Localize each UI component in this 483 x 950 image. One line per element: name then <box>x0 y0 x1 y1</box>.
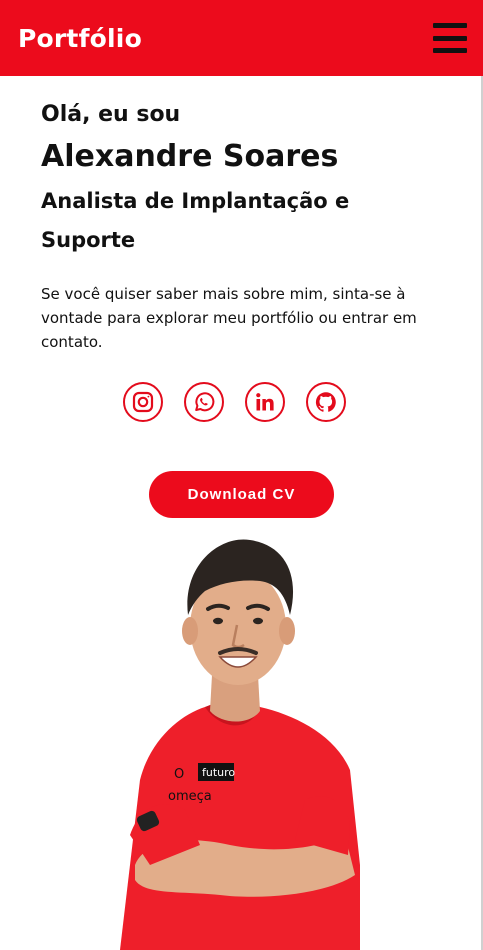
greeting-text: Olá, eu sou <box>41 102 181 127</box>
download-cv-button[interactable]: Download CV <box>149 471 334 518</box>
instagram-link[interactable] <box>123 382 163 422</box>
intro-paragraph: Se você quiser saber mais sobre mim, sin… <box>41 285 417 351</box>
github-icon <box>315 392 336 412</box>
hamburger-menu-icon[interactable] <box>433 23 467 53</box>
person-name: Alexandre Soares <box>41 139 339 174</box>
linkedin-icon <box>256 393 274 411</box>
job-title: Analista de Implantação e Suporte <box>41 189 350 252</box>
linkedin-link[interactable] <box>245 382 285 422</box>
social-links <box>123 382 346 422</box>
github-link[interactable] <box>306 382 346 422</box>
portrait-illustration: futuro O omeça <box>120 539 360 950</box>
whatsapp-icon <box>195 392 215 412</box>
svg-text:omeça: omeça <box>168 789 212 804</box>
whatsapp-link[interactable] <box>184 382 224 422</box>
brand-title[interactable]: Portfólio <box>18 24 142 53</box>
instagram-icon <box>132 391 154 413</box>
hero-text: Olá, eu sou Alexandre Soares Analista de… <box>41 100 446 354</box>
top-navbar: Portfólio <box>0 0 483 76</box>
profile-photo: futuro O omeça <box>110 535 370 950</box>
menu-bar <box>433 48 467 53</box>
menu-bar <box>433 23 467 28</box>
menu-bar <box>433 35 467 41</box>
svg-text:O: O <box>174 767 184 782</box>
shirt-print: futuro <box>202 766 235 779</box>
